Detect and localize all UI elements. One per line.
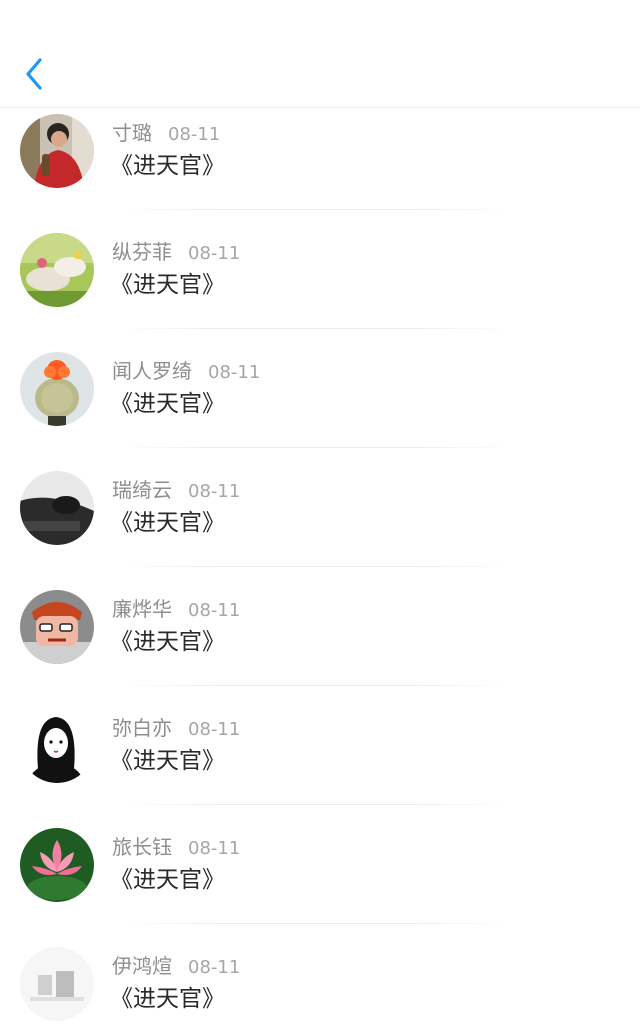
book-title[interactable]: 《进天官》 — [110, 507, 225, 539]
avatar[interactable] — [20, 709, 94, 783]
comment-date: 08-11 — [168, 124, 221, 145]
book-title[interactable]: 《进天官》 — [110, 745, 225, 777]
list-item[interactable]: 寸璐 08-11 《进天官》 — [0, 108, 640, 227]
avatar[interactable] — [20, 114, 94, 188]
avatar[interactable] — [20, 352, 94, 426]
divider — [120, 209, 510, 210]
list-item[interactable]: 伊鸿煊 08-11 《进天官》 — [0, 941, 640, 1024]
comment-date: 08-11 — [188, 600, 241, 621]
divider — [120, 804, 510, 805]
book-title[interactable]: 《进天官》 — [110, 150, 225, 182]
avatar[interactable] — [20, 590, 94, 664]
avatar[interactable] — [20, 233, 94, 307]
book-title[interactable]: 《进天官》 — [110, 983, 225, 1015]
comment-date: 08-11 — [208, 362, 261, 383]
comment-date: 08-11 — [188, 481, 241, 502]
avatar[interactable] — [20, 947, 94, 1021]
comment-list: 寸璐 08-11 《进天官》 纵芬菲 08-11 《进天官》 闻人罗绮 08-1… — [0, 108, 640, 1024]
comment-date: 08-11 — [188, 243, 241, 264]
comment-date: 08-11 — [188, 838, 241, 859]
chevron-left-icon — [26, 58, 42, 90]
divider — [120, 566, 510, 567]
book-title[interactable]: 《进天官》 — [110, 269, 225, 301]
divider — [120, 447, 510, 448]
top-bar — [0, 0, 640, 108]
user-name[interactable]: 伊鸿煊 — [112, 954, 172, 978]
user-name[interactable]: 弥白亦 — [112, 716, 172, 740]
avatar[interactable] — [20, 828, 94, 902]
book-title[interactable]: 《进天官》 — [110, 626, 225, 658]
avatar[interactable] — [20, 471, 94, 545]
list-item[interactable]: 瑞绮云 08-11 《进天官》 — [0, 465, 640, 584]
divider — [120, 328, 510, 329]
list-item[interactable]: 闻人罗绮 08-11 《进天官》 — [0, 346, 640, 465]
user-name[interactable]: 瑞绮云 — [112, 478, 172, 502]
user-name[interactable]: 廉烨华 — [112, 597, 172, 621]
user-name[interactable]: 纵芬菲 — [112, 240, 172, 264]
user-name[interactable]: 寸璐 — [112, 121, 152, 145]
list-item[interactable]: 旅长钰 08-11 《进天官》 — [0, 822, 640, 941]
list-item[interactable]: 纵芬菲 08-11 《进天官》 — [0, 227, 640, 346]
divider — [120, 685, 510, 686]
comment-date: 08-11 — [188, 719, 241, 740]
book-title[interactable]: 《进天官》 — [110, 864, 225, 896]
book-title[interactable]: 《进天官》 — [110, 388, 225, 420]
list-item[interactable]: 弥白亦 08-11 《进天官》 — [0, 703, 640, 822]
divider — [120, 923, 510, 924]
comment-date: 08-11 — [188, 957, 241, 978]
list-item[interactable]: 廉烨华 08-11 《进天官》 — [0, 584, 640, 703]
user-name[interactable]: 旅长钰 — [112, 835, 172, 859]
user-name[interactable]: 闻人罗绮 — [112, 359, 192, 383]
back-button[interactable] — [18, 52, 54, 96]
